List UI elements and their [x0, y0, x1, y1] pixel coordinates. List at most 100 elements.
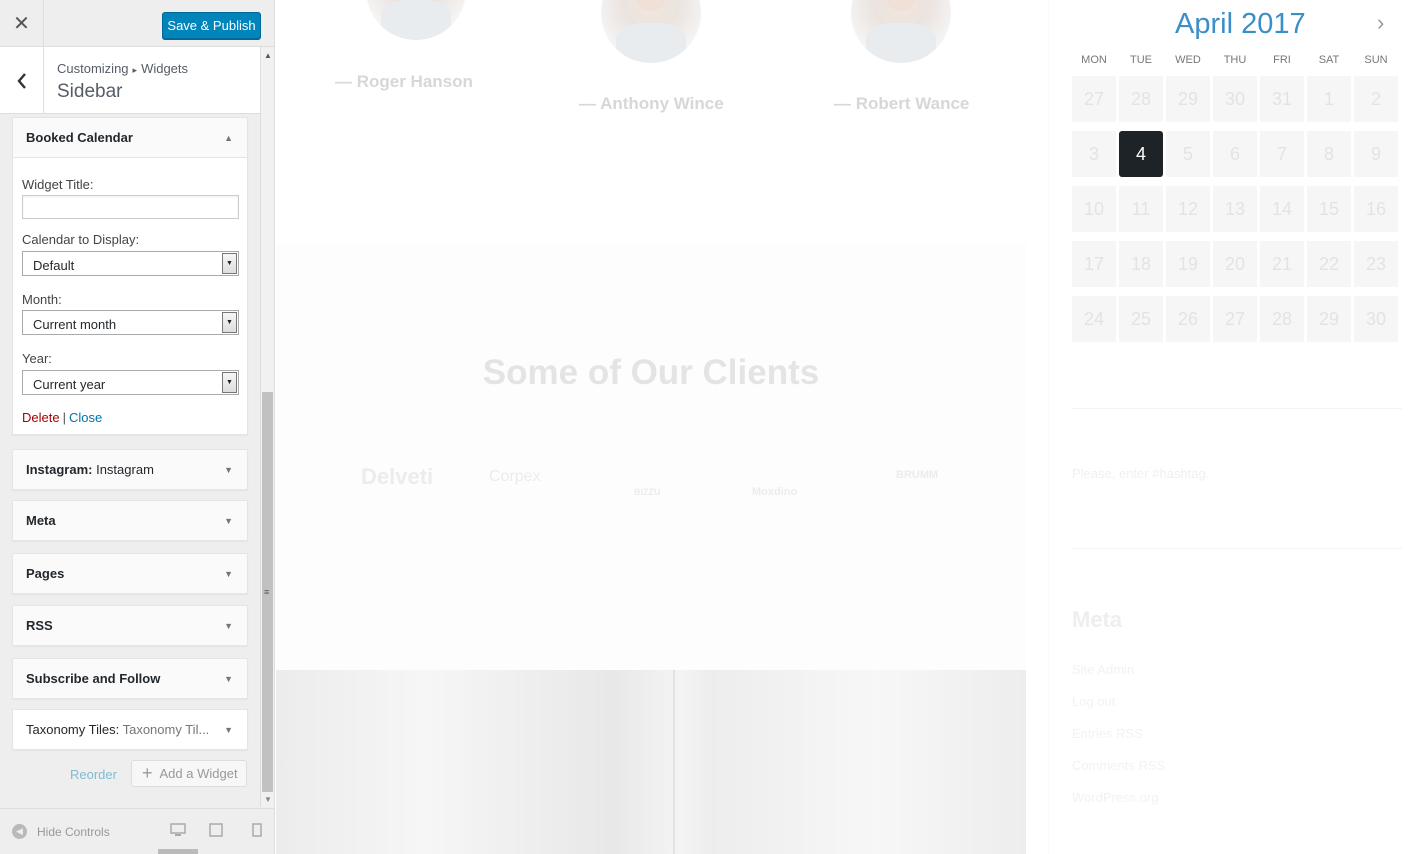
month-select[interactable]: Current month ▼	[22, 310, 239, 335]
mobile-preview-icon[interactable]	[249, 823, 265, 837]
widget-subtitle: Instagram	[96, 462, 154, 477]
widget-title: Booked Calendar	[26, 130, 133, 145]
scroll-down-icon[interactable]: ▼	[264, 795, 272, 804]
dropdown-arrow-icon[interactable]: ▼	[222, 253, 237, 274]
chevron-right-icon[interactable]: ›	[1377, 10, 1384, 36]
add-widget-button[interactable]: + Add a Widget	[131, 760, 247, 787]
calendar-day[interactable]: 22	[1307, 241, 1351, 287]
reorder-link[interactable]: Reorder	[70, 767, 117, 782]
calendar-day[interactable]: 13	[1213, 186, 1257, 232]
widget-instagram[interactable]: Instagram: Instagram ▼	[12, 449, 248, 490]
meta-link[interactable]: Entries RSS	[1072, 726, 1143, 741]
calendar-day[interactable]: 17	[1072, 241, 1116, 287]
close-link[interactable]: Close	[69, 410, 102, 425]
scrollbar[interactable]: ▲ ≡ ▼	[260, 47, 274, 807]
expand-arrow-icon[interactable]: ▼	[224, 516, 233, 526]
meta-link[interactable]: WordPress.org	[1072, 790, 1158, 805]
calendar-day[interactable]: 10	[1072, 186, 1116, 232]
calendar-day[interactable]: 29	[1166, 76, 1210, 122]
weekday-header: MON	[1081, 54, 1107, 66]
calendar-day[interactable]: 25	[1119, 296, 1163, 342]
widget-title: Subscribe and Follow	[26, 671, 161, 686]
calendar-day[interactable]: 19	[1166, 241, 1210, 287]
widget-title-input[interactable]	[22, 195, 239, 219]
delete-link[interactable]: Delete	[22, 410, 60, 425]
calendar-day[interactable]: 9	[1354, 131, 1398, 177]
calendar-day[interactable]: 20	[1213, 241, 1257, 287]
calendar-display-select[interactable]: Default ▼	[22, 251, 239, 276]
widget-taxonomy-tiles[interactable]: Taxonomy Tiles: Taxonomy Til... ▼	[12, 709, 248, 750]
breadcrumb-root: Customizing	[57, 61, 129, 76]
dropdown-arrow-icon[interactable]: ▼	[222, 312, 237, 333]
hide-controls-label: Hide Controls	[37, 824, 110, 839]
back-button[interactable]	[0, 47, 44, 114]
calendar-day-selected[interactable]: 4	[1119, 131, 1163, 177]
calendar-day[interactable]: 12	[1166, 186, 1210, 232]
calendar-day[interactable]: 26	[1166, 296, 1210, 342]
customizer-panel: ✕ Save & Publish Customizing ▸ Widgets Sid…	[0, 0, 275, 854]
breadcrumb: Customizing ▸ Widgets	[57, 61, 188, 76]
year-select[interactable]: Current year ▼	[22, 370, 239, 395]
desktop-preview-icon[interactable]	[170, 823, 186, 837]
close-customizer-button[interactable]: ✕	[0, 0, 44, 47]
calendar-day[interactable]: 2	[1354, 76, 1398, 122]
widget-meta[interactable]: Meta ▼	[12, 500, 248, 541]
calendar-day[interactable]: 27	[1213, 296, 1257, 342]
widget-title: Instagram: Instagram	[26, 462, 154, 477]
calendar-day[interactable]: 15	[1307, 186, 1351, 232]
avatar	[601, 0, 701, 63]
calendar-day[interactable]: 29	[1307, 296, 1351, 342]
clients-section	[276, 243, 1026, 670]
calendar-day[interactable]: 7	[1260, 131, 1304, 177]
meta-link[interactable]: Site Admin	[1072, 662, 1134, 677]
section-title: Sidebar	[57, 81, 123, 102]
widget-subscribe-follow[interactable]: Subscribe and Follow ▼	[12, 658, 248, 699]
calendar-day[interactable]: 27	[1072, 76, 1116, 122]
calendar-day[interactable]: 21	[1260, 241, 1304, 287]
calendar-day[interactable]: 28	[1119, 76, 1163, 122]
calendar-day[interactable]: 5	[1166, 131, 1210, 177]
site-preview: — Roger Hanson — Anthony Wince — Robert …	[276, 0, 1419, 854]
widget-pages[interactable]: Pages ▼	[12, 553, 248, 594]
calendar-day[interactable]: 6	[1213, 131, 1257, 177]
expand-arrow-icon[interactable]: ▼	[224, 725, 233, 735]
expand-arrow-icon[interactable]: ▼	[224, 674, 233, 684]
expand-arrow-icon[interactable]: ▼	[224, 569, 233, 579]
customizer-header: ✕ Save & Publish	[0, 0, 274, 47]
weekday-header: SUN	[1364, 54, 1388, 66]
scroll-up-icon[interactable]: ▲	[264, 51, 272, 60]
divider	[1072, 408, 1402, 409]
calendar-day[interactable]: 8	[1307, 131, 1351, 177]
calendar-day[interactable]: 11	[1119, 186, 1163, 232]
expand-arrow-icon[interactable]: ▼	[224, 621, 233, 631]
save-publish-button[interactable]: Save & Publish	[162, 12, 261, 39]
team-member-name: — Roger Hanson	[335, 72, 473, 91]
grip-icon: ≡	[264, 587, 270, 597]
add-widget-label: Add a Widget	[159, 766, 238, 781]
collapse-arrow-icon[interactable]: ▲	[224, 133, 233, 143]
widget-title: Pages	[26, 566, 65, 581]
calendar-day[interactable]: 31	[1260, 76, 1304, 122]
meta-link[interactable]: Comments RSS	[1072, 758, 1165, 773]
calendar-day[interactable]: 30	[1354, 296, 1398, 342]
scrollbar-thumb[interactable]: ≡	[262, 392, 273, 792]
divider	[1072, 548, 1402, 549]
meta-link[interactable]: Log out	[1072, 694, 1115, 709]
calendar-day[interactable]: 1	[1307, 76, 1351, 122]
widget-rss[interactable]: RSS ▼	[12, 605, 248, 646]
calendar-day[interactable]: 23	[1354, 241, 1398, 287]
hide-controls-button[interactable]: ◀ Hide Controls	[12, 824, 110, 839]
calendar-day[interactable]: 28	[1260, 296, 1304, 342]
expand-arrow-icon[interactable]: ▼	[224, 465, 233, 475]
calendar-day[interactable]: 3	[1072, 131, 1116, 177]
collapse-circle-icon: ◀	[12, 824, 27, 839]
calendar-day[interactable]: 30	[1213, 76, 1257, 122]
calendar-day[interactable]: 16	[1354, 186, 1398, 232]
calendar-day[interactable]: 18	[1119, 241, 1163, 287]
dropdown-arrow-icon[interactable]: ▼	[222, 372, 237, 393]
widget-booked-calendar-header[interactable]: Booked Calendar ▲	[13, 118, 247, 158]
calendar-day[interactable]: 14	[1260, 186, 1304, 232]
client-logo: Moxdino	[752, 486, 798, 498]
tablet-preview-icon[interactable]	[208, 823, 224, 837]
calendar-day[interactable]: 24	[1072, 296, 1116, 342]
